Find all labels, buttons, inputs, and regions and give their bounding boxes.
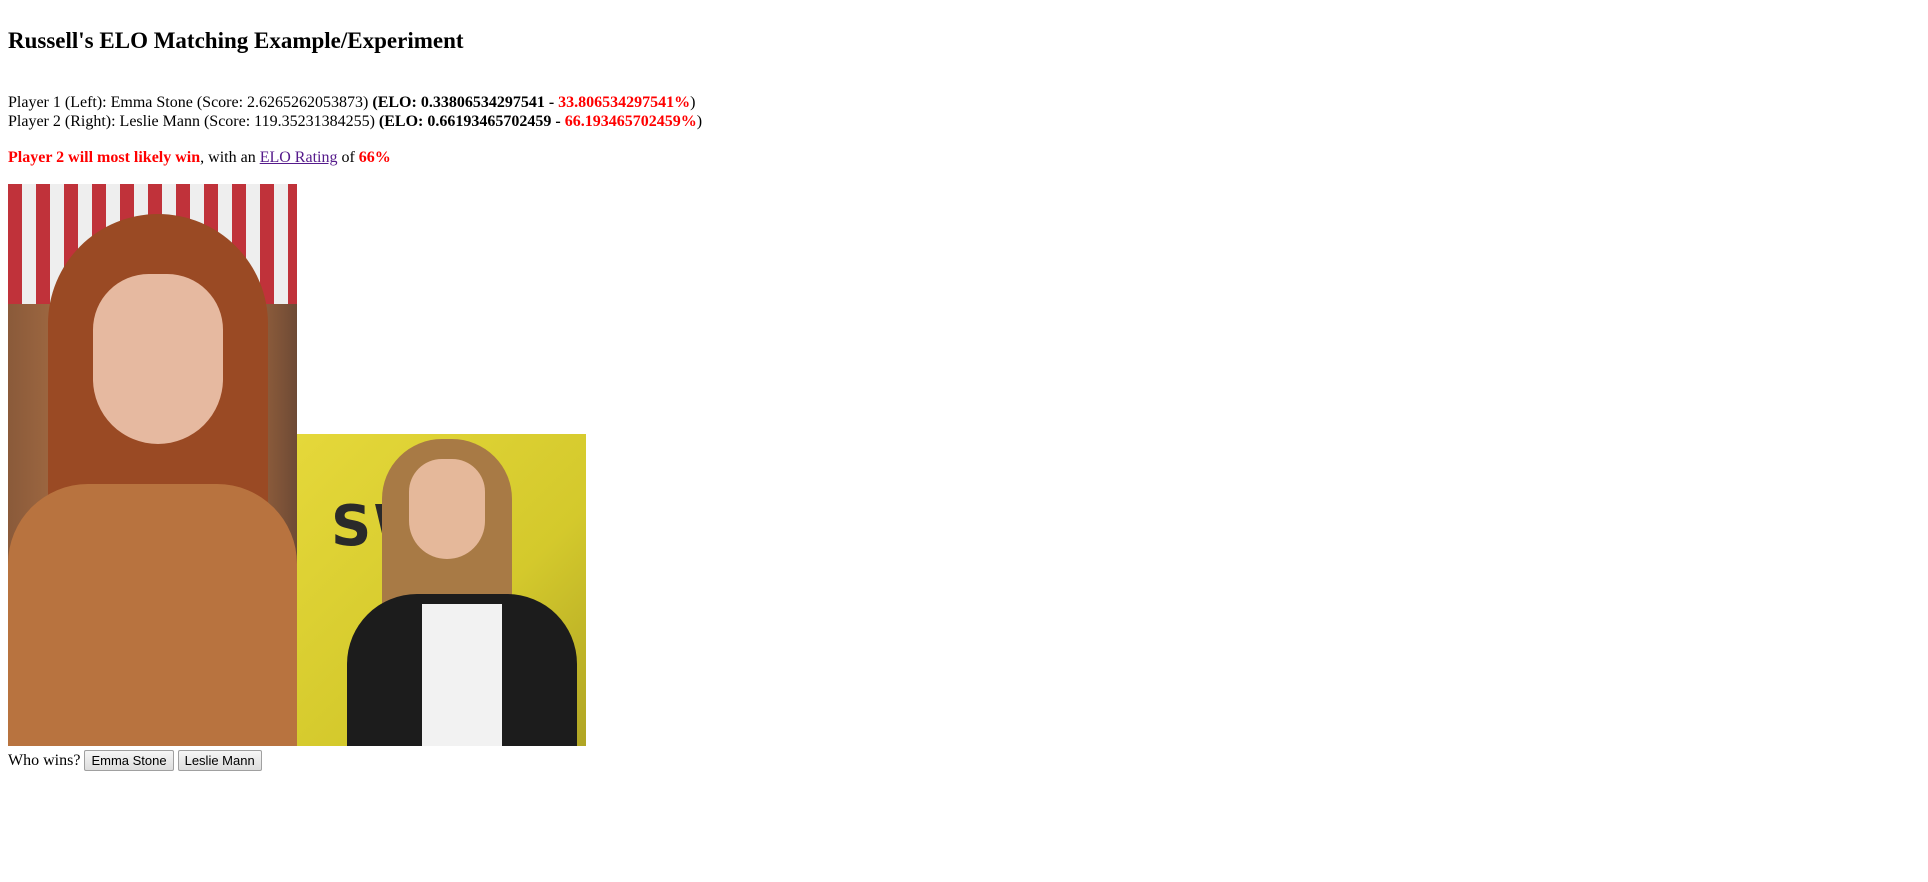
player-1-photo [8, 184, 297, 746]
player-1-elo: (ELO: 0.33806534297541 [372, 94, 545, 111]
photo-face-shape [93, 274, 223, 444]
prediction: Player 2 will most likely win, with an E… [8, 148, 391, 167]
page: Russell's ELO Matching Example/Experimen… [0, 0, 1928, 882]
player-2-elo: (ELO: 0.66193465702459 [378, 113, 552, 130]
prediction-of: of [337, 149, 359, 166]
prediction-winner: Player 2 will most likely win [8, 149, 201, 166]
prediction-middle: , with an [200, 149, 260, 166]
photo-shirt-shape [422, 604, 502, 746]
player-2-elo-sep: - [551, 113, 565, 130]
players-info: Player 1 (Left): Emma Stone (Score: 2.62… [8, 93, 702, 131]
elo-rating-link[interactable]: ELO Rating [260, 149, 338, 166]
page-title: Russell's ELO Matching Example/Experimen… [8, 28, 464, 53]
photo-dress-shape [8, 484, 297, 746]
prediction-rating: 66% [358, 149, 391, 166]
photo-face-shape [409, 459, 485, 559]
player-2-elo-percent: 66.193465702459% [564, 113, 697, 130]
player-1-label: Player 1 (Left): Emma Stone (Score: 2.62… [8, 94, 369, 111]
player-1-elo-sep: - [544, 94, 559, 111]
vote-right-button[interactable]: Leslie Mann [177, 750, 262, 771]
player-2-photo: SW [297, 434, 586, 746]
player-1-line: Player 1 (Left): Emma Stone (Score: 2.62… [8, 93, 702, 112]
vote-left-button[interactable]: Emma Stone [84, 750, 174, 771]
vote-form: Who wins? Emma Stone Leslie Mann [8, 750, 262, 771]
player-2-label: Player 2 (Right): Leslie Mann (Score: 11… [8, 113, 375, 130]
player-2-elo-close: ) [696, 113, 703, 130]
player-2-line: Player 2 (Right): Leslie Mann (Score: 11… [8, 112, 702, 131]
player-1-elo-percent: 33.806534297541% [558, 94, 691, 111]
vote-prompt: Who wins? [8, 752, 81, 769]
player-1-elo-close: ) [690, 94, 696, 111]
